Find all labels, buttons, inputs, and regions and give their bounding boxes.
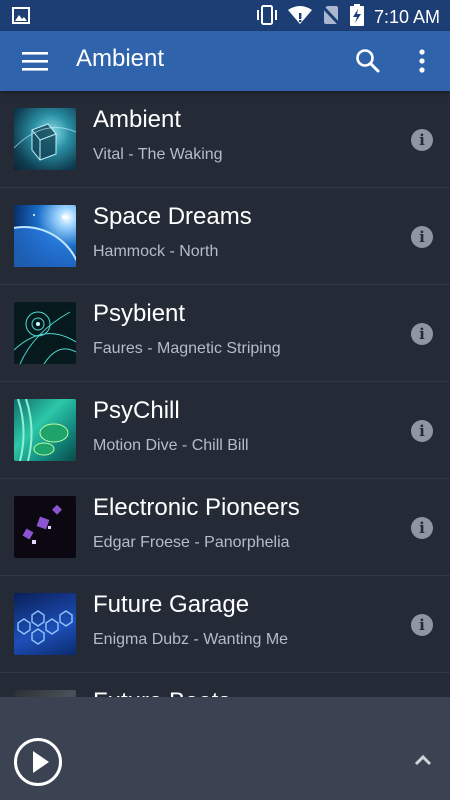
now-playing: Enigma Dubz - Wanting Me bbox=[93, 631, 289, 648]
station-name: Ambient bbox=[93, 106, 182, 133]
station-name: Future Beats bbox=[93, 688, 230, 697]
wifi-icon bbox=[287, 5, 312, 29]
station-artwork bbox=[13, 108, 77, 170]
list-item[interactable]: PsyChill Motion Dive - Chill Bill i bbox=[0, 382, 450, 479]
now-playing: Edgar Froese - Panorphelia bbox=[93, 534, 290, 551]
list-item[interactable]: Future Beats i bbox=[0, 673, 450, 697]
play-icon[interactable] bbox=[14, 738, 62, 786]
list-item[interactable]: Space Dreams Hammock - North i bbox=[0, 188, 450, 344]
info-icon[interactable]: i bbox=[411, 129, 433, 151]
chevron-up-icon[interactable] bbox=[413, 752, 433, 766]
station-name: Electronic Pioneers bbox=[93, 494, 300, 521]
station-artwork bbox=[14, 398, 76, 462]
station-artwork bbox=[13, 302, 77, 365]
info-icon[interactable]: i bbox=[411, 420, 433, 442]
now-playing: Vital - The Waking bbox=[93, 146, 223, 163]
app-bar: Ambient bbox=[0, 31, 450, 91]
list-item[interactable]: Psybient Faures - Magnetic Striping i bbox=[0, 285, 450, 382]
list-item[interactable]: Electronic Pioneers Edgar Froese - Panor… bbox=[0, 479, 450, 576]
info-icon[interactable]: i bbox=[411, 517, 433, 539]
status-bar: 7:10 AM bbox=[0, 0, 450, 31]
battery-charging-icon bbox=[349, 4, 364, 30]
player-bar bbox=[0, 697, 450, 800]
station-name: Space Dreams bbox=[93, 203, 252, 230]
more-vert-icon[interactable] bbox=[412, 48, 432, 74]
now-playing: Motion Dive - Chill Bill bbox=[93, 437, 249, 454]
clock: 7:10 AM bbox=[373, 6, 440, 27]
station-artwork bbox=[14, 690, 76, 697]
list-item[interactable]: Future Garage Enigma Dubz - Wanting Me i bbox=[0, 576, 450, 673]
station-artwork bbox=[14, 496, 76, 558]
station-name: Psybient bbox=[93, 300, 186, 327]
info-icon[interactable]: i bbox=[411, 323, 433, 345]
page-title: Ambient bbox=[76, 45, 165, 72]
image-icon bbox=[12, 7, 30, 28]
now-playing: Hammock - North bbox=[93, 243, 219, 260]
station-artwork bbox=[0, 205, 83, 344]
info-icon[interactable]: i bbox=[411, 226, 433, 248]
vibrate-icon bbox=[256, 5, 278, 29]
menu-icon[interactable] bbox=[22, 49, 48, 73]
no-sim-icon bbox=[321, 5, 341, 29]
list-item[interactable]: Ambient Vital - The Waking i bbox=[0, 91, 450, 188]
station-list: Ambient Vital - The Waking i Space Dream… bbox=[0, 91, 450, 697]
station-artwork bbox=[14, 593, 76, 655]
station-name: PsyChill bbox=[93, 397, 180, 424]
now-playing: Faures - Magnetic Striping bbox=[93, 340, 281, 357]
search-icon[interactable] bbox=[355, 48, 381, 74]
station-name: Future Garage bbox=[93, 591, 250, 618]
info-icon[interactable]: i bbox=[411, 614, 433, 636]
